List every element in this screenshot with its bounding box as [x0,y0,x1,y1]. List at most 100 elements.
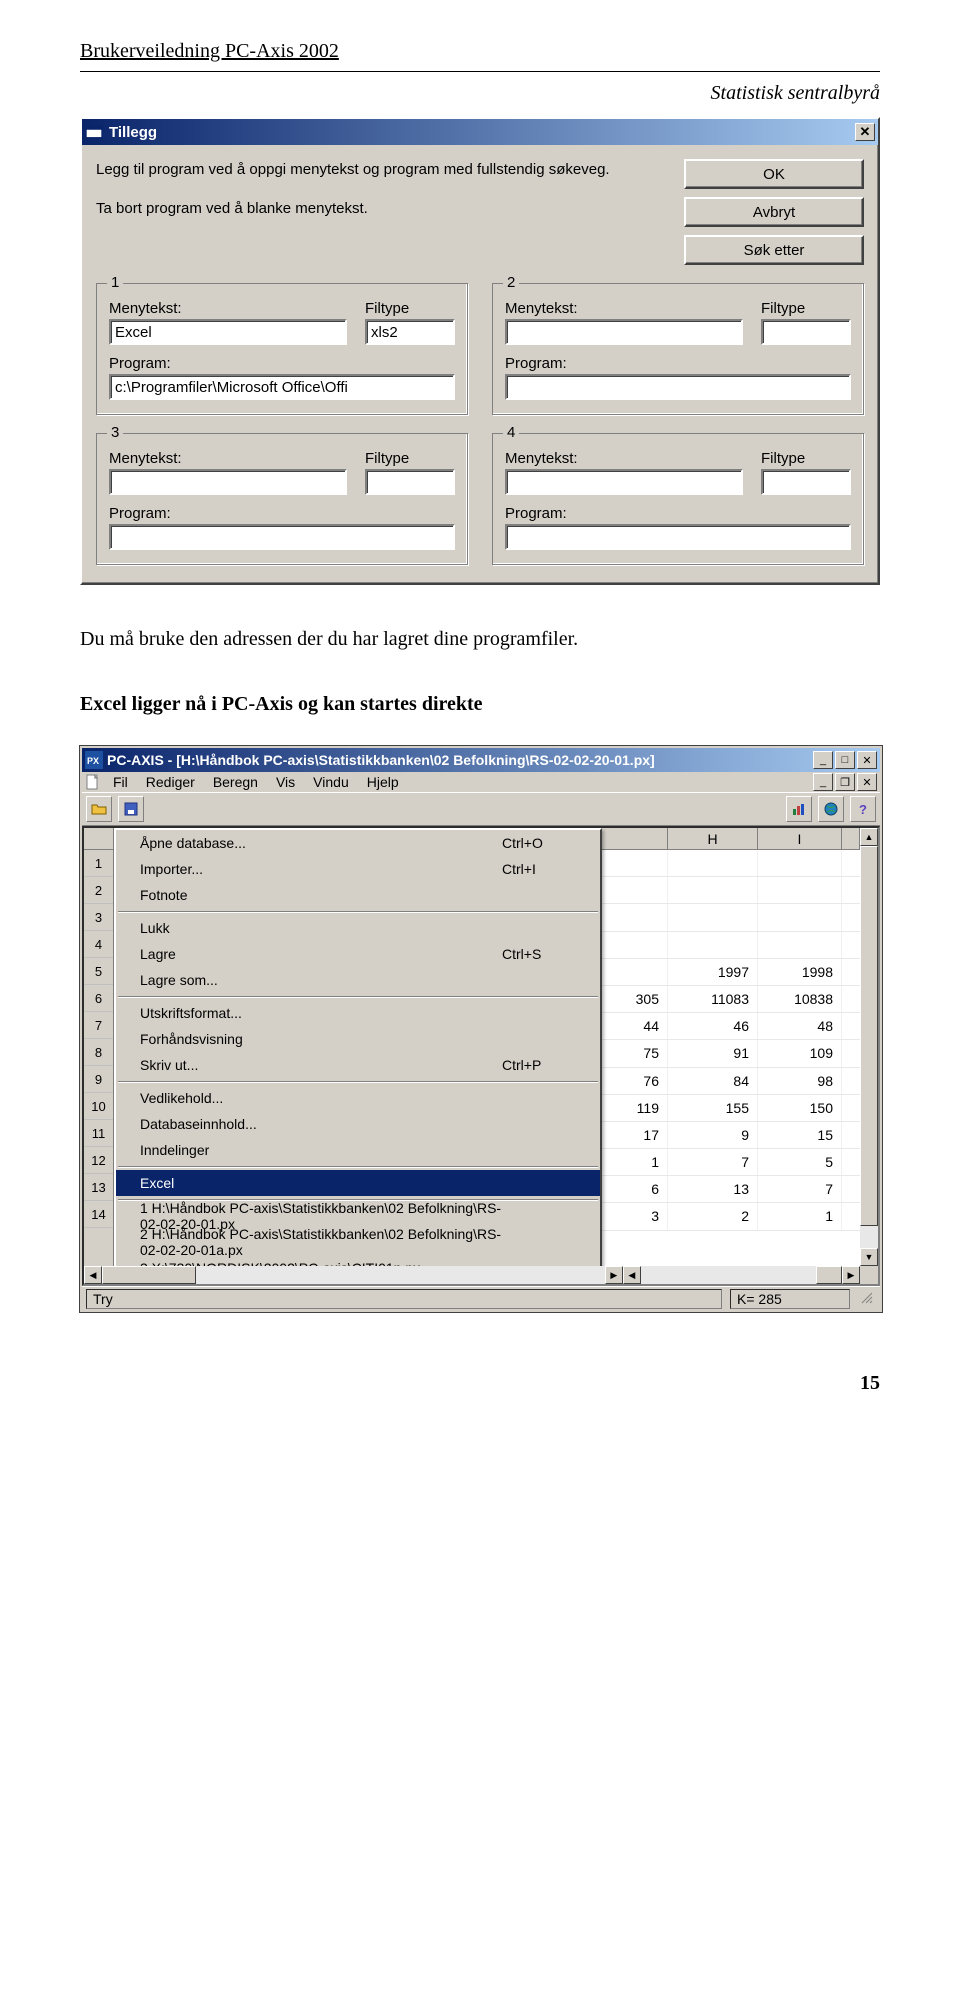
menu-item[interactable]: Fotnote [116,882,600,908]
table-cell[interactable] [758,932,842,958]
toolbar-save-icon[interactable] [118,796,144,822]
table-row[interactable]: 321 [598,1203,860,1230]
table-cell[interactable] [598,932,668,958]
data-grid[interactable]: H I 199719983051108310838444648759110976… [598,828,860,1266]
mdi-restore-button[interactable]: ❐ [835,773,855,791]
row-header[interactable]: 3 [84,904,113,931]
menu-item[interactable]: Åpne database...Ctrl+O [116,830,600,856]
scroll-right-mid-icon[interactable]: ▶ [605,1266,623,1284]
table-cell[interactable]: 7 [758,1176,842,1202]
h-scroll-thumb-left[interactable] [102,1266,196,1284]
filtype-input[interactable] [761,469,851,495]
menu-item[interactable]: LagreCtrl+S [116,941,600,967]
table-row[interactable]: 6137 [598,1176,860,1203]
toolbar-help-icon[interactable]: ? [850,796,876,822]
col-header-i[interactable]: I [758,828,842,849]
program-input[interactable] [505,374,851,400]
menu-beregn[interactable]: Beregn [205,773,266,791]
table-cell[interactable]: 1997 [668,959,758,985]
table-cell[interactable]: 305 [598,986,668,1012]
table-cell[interactable]: 48 [758,1013,842,1039]
col-header-h[interactable]: H [668,828,758,849]
table-cell[interactable] [758,850,842,876]
menu-item[interactable]: Skriv ut...Ctrl+P [116,1052,600,1078]
vertical-scrollbar[interactable]: ▲ ▼ [860,828,878,1266]
menu-vindu[interactable]: Vindu [305,773,357,791]
row-header[interactable]: 10 [84,1093,113,1120]
menytekst-input[interactable] [109,319,347,345]
table-cell[interactable] [758,877,842,903]
row-header[interactable]: 1 [84,850,113,877]
table-cell[interactable] [598,877,668,903]
menytekst-input[interactable] [109,469,347,495]
table-cell[interactable] [598,959,668,985]
table-row[interactable]: 119155150 [598,1095,860,1122]
table-row[interactable]: 19971998 [598,959,860,986]
table-cell[interactable]: 1 [758,1203,842,1229]
table-cell[interactable]: 10838 [758,986,842,1012]
scroll-left-arrow-icon[interactable]: ◀ [84,1266,102,1284]
filtype-input[interactable] [761,319,851,345]
menu-item[interactable]: Inndelinger [116,1137,600,1163]
toolbar-open-icon[interactable] [86,796,112,822]
row-header[interactable]: 13 [84,1174,113,1201]
table-cell[interactable]: 84 [668,1068,758,1094]
table-row[interactable]: 17915 [598,1122,860,1149]
ok-button[interactable]: OK [684,159,864,189]
table-cell[interactable]: 75 [598,1040,668,1066]
filtype-input[interactable] [365,469,455,495]
scroll-right-arrow-icon[interactable]: ▶ [842,1266,860,1284]
file-menu-dropdown[interactable]: Åpne database...Ctrl+OImporter...Ctrl+IF… [114,828,602,1286]
filtype-input[interactable] [365,319,455,345]
menu-item[interactable]: Importer...Ctrl+I [116,856,600,882]
scroll-up-arrow-icon[interactable]: ▲ [860,828,878,846]
row-header[interactable]: 8 [84,1039,113,1066]
mdi-minimize-button[interactable]: _ [813,773,833,791]
row-header[interactable]: 2 [84,877,113,904]
program-input[interactable] [505,524,851,550]
row-header[interactable]: 11 [84,1120,113,1147]
row-header[interactable]: 12 [84,1147,113,1174]
table-cell[interactable] [668,932,758,958]
minimize-button[interactable]: _ [813,751,833,769]
cancel-button[interactable]: Avbryt [684,197,864,227]
table-cell[interactable] [668,877,758,903]
col-header-g[interactable] [598,828,668,849]
table-cell[interactable]: 46 [668,1013,758,1039]
row-header[interactable]: 4 [84,931,113,958]
h-scroll-thumb-right[interactable] [816,1266,842,1284]
table-cell[interactable] [758,904,842,930]
menu-item[interactable]: Databaseinnhold... [116,1111,600,1137]
table-row[interactable]: 444648 [598,1013,860,1040]
menu-fil[interactable]: Fil [105,773,136,791]
table-cell[interactable]: 6 [598,1176,668,1202]
scroll-down-arrow-icon[interactable]: ▼ [860,1248,878,1266]
app-titlebar[interactable]: PX PC-AXIS - [H:\Håndbok PC-axis\Statist… [82,748,880,772]
table-cell[interactable]: 150 [758,1095,842,1121]
table-cell[interactable]: 15 [758,1122,842,1148]
table-cell[interactable]: 1 [598,1149,668,1175]
menu-item[interactable]: 2 H:\Håndbok PC-axis\Statistikkbanken\02… [116,1229,600,1255]
row-header[interactable]: 7 [84,1012,113,1039]
menu-rediger[interactable]: Rediger [138,773,203,791]
menytekst-input[interactable] [505,469,743,495]
menu-item[interactable]: Utskriftsformat... [116,1000,600,1026]
table-row[interactable]: 175 [598,1149,860,1176]
table-cell[interactable]: 2 [668,1203,758,1229]
menu-hjelp[interactable]: Hjelp [359,773,407,791]
dialog-close-button[interactable]: ✕ [855,123,875,141]
table-cell[interactable]: 76 [598,1068,668,1094]
row-header[interactable]: 9 [84,1066,113,1093]
table-cell[interactable]: 7 [668,1149,758,1175]
table-row[interactable]: 7591109 [598,1040,860,1067]
table-cell[interactable]: 11083 [668,986,758,1012]
table-cell[interactable]: 17 [598,1122,668,1148]
statusbar-grip-icon[interactable] [858,1289,876,1308]
table-cell[interactable]: 9 [668,1122,758,1148]
table-cell[interactable]: 109 [758,1040,842,1066]
maximize-button[interactable]: □ [835,751,855,769]
table-row[interactable] [598,877,860,904]
horizontal-scrollbar[interactable]: ◀ ▶ ◀ ▶ [84,1266,860,1284]
row-header[interactable]: 6 [84,985,113,1012]
table-cell[interactable]: 91 [668,1040,758,1066]
